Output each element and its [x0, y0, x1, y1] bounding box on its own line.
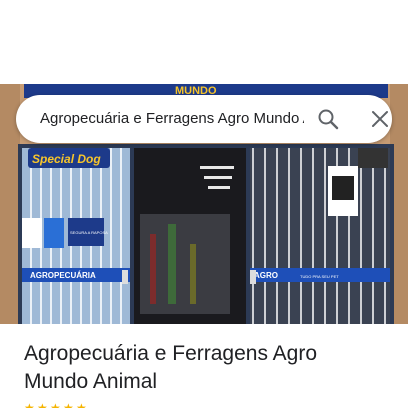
- rating-stars: ★ ★ ★ ★ ★: [24, 401, 87, 408]
- star-icon: ★: [50, 401, 61, 408]
- place-title: Agropecuária e Ferragens Agro Mundo Anim…: [24, 340, 394, 396]
- search-bar[interactable]: Agropecuária e Ferragens Agro Mundo Anim…: [16, 95, 392, 143]
- star-icon: ★: [37, 401, 48, 408]
- close-icon[interactable]: [368, 107, 392, 131]
- banner-left-text: AGROPECUÁRIA: [30, 271, 96, 280]
- place-title-line2: Mundo Animal: [24, 370, 158, 393]
- search-icon[interactable]: [316, 107, 340, 131]
- sticker-poster-text: SEGURA A RAPOSA: [70, 230, 108, 235]
- search-input[interactable]: Agropecuária e Ferragens Agro Mundo Anim…: [40, 95, 304, 143]
- sign-brand-text: Special Dog: [32, 152, 101, 166]
- star-icon: ★: [76, 401, 87, 408]
- place-title-line1: Agropecuária e Ferragens Agro: [24, 342, 318, 365]
- star-icon: ★: [63, 401, 74, 408]
- sticker-right-text: TUDO PRA SEU PET: [300, 274, 339, 279]
- banner-right-text: AGRO: [254, 271, 278, 280]
- top-blank-area: [0, 0, 408, 84]
- star-icon: ★: [24, 401, 35, 408]
